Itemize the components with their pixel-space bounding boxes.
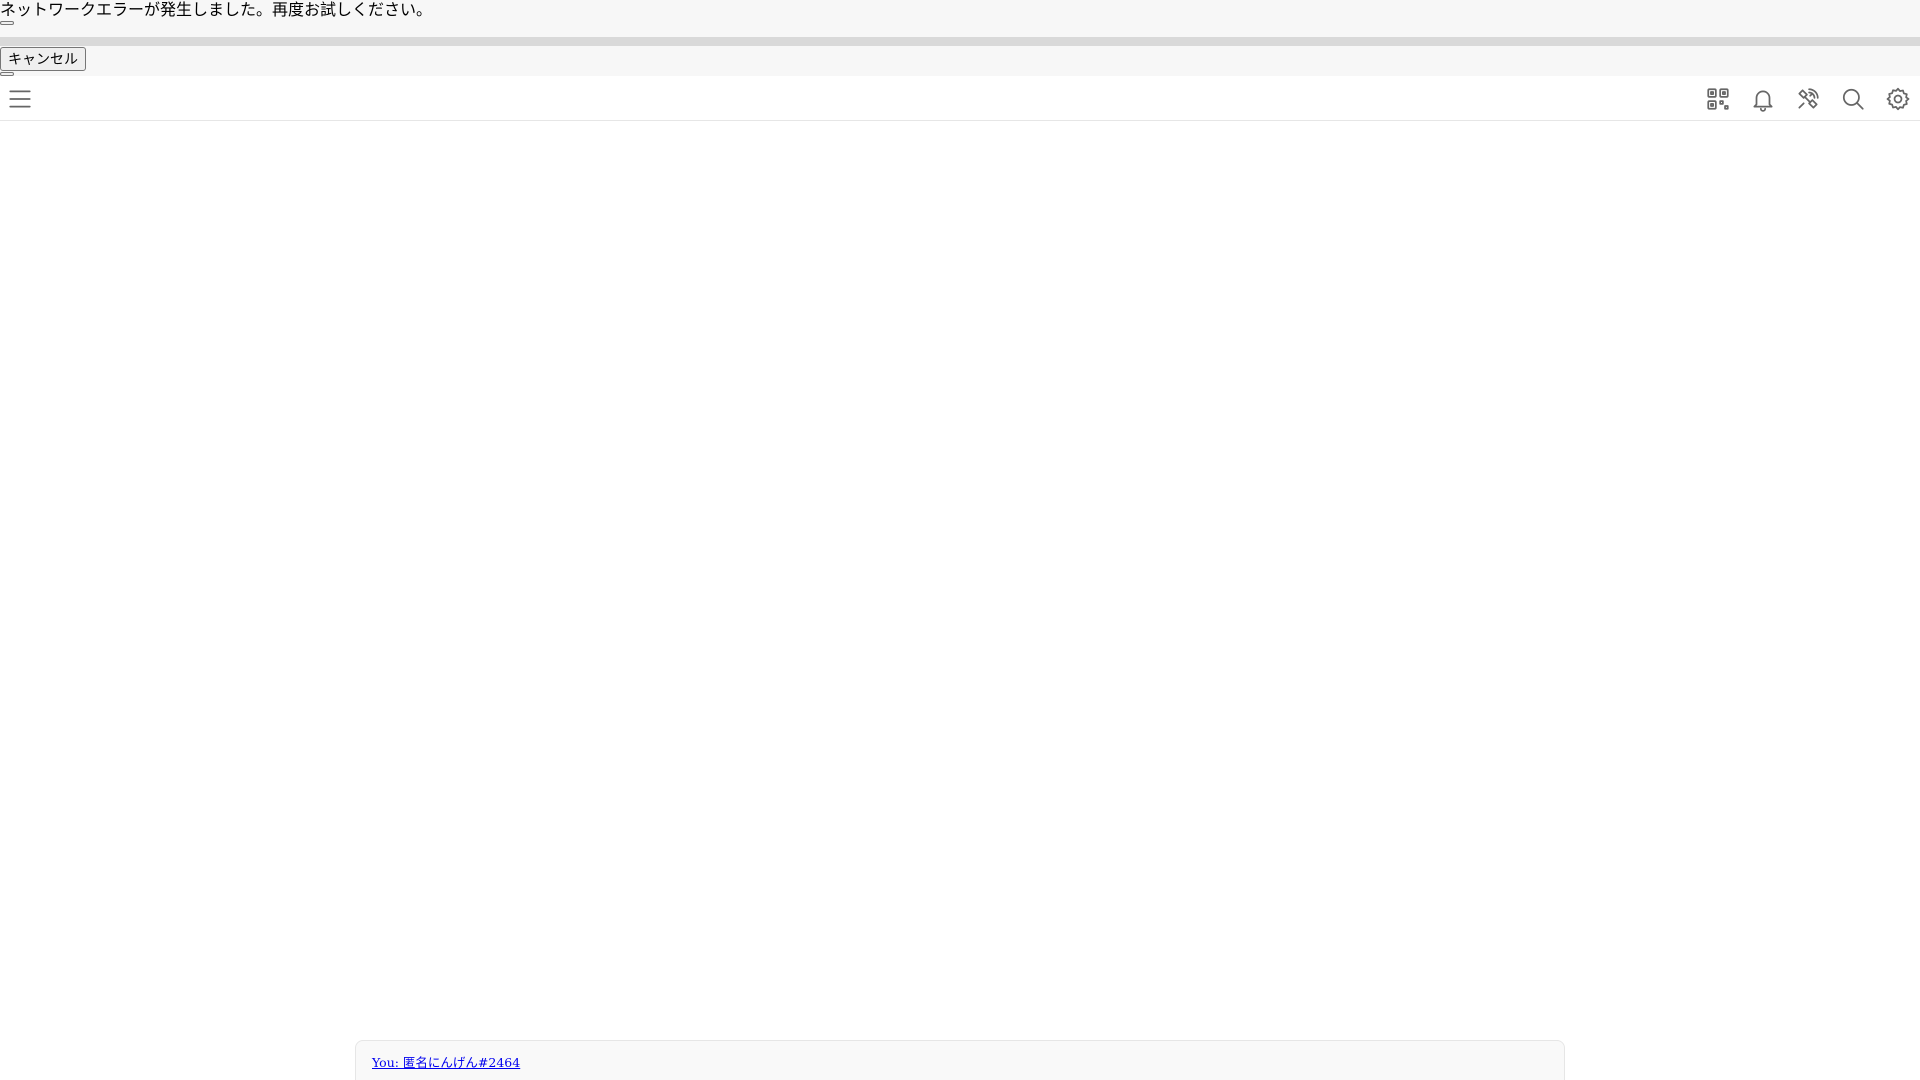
error-message: ネットワークエラーが発生しました。再度お試しください。 (0, 0, 433, 19)
top-toolbar (0, 76, 1920, 121)
search-icon (1842, 88, 1864, 110)
app-page: ネットワークエラーが発生しました。再度お試しください。 キャンセル You: 匿… (0, 0, 1920, 1080)
search-button[interactable] (1839, 85, 1867, 113)
retry-button[interactable] (0, 21, 14, 25)
network-error-banner: ネットワークエラーが発生しました。再度お試しください。 キャンセル (0, 0, 1920, 76)
antenna-button[interactable] (1794, 85, 1822, 113)
settings-button[interactable] (1884, 85, 1912, 113)
qr-code-button[interactable] (1704, 85, 1732, 113)
bell-icon (1753, 90, 1773, 112)
current-user-link[interactable]: You: 匿名にんげん#2464 (372, 1052, 520, 1071)
progress-bar (0, 37, 1920, 46)
gear-icon (1886, 87, 1910, 111)
post-form-panel: You: 匿名にんげん#2464 (355, 1040, 1565, 1080)
qr-code-icon (1707, 88, 1729, 110)
notifications-button[interactable] (1749, 85, 1777, 113)
satellite-icon (1798, 88, 1819, 109)
cancel-button[interactable]: キャンセル (0, 47, 86, 71)
menu-button[interactable] (6, 85, 34, 113)
progress-fill (0, 37, 1920, 46)
menu-icon (9, 90, 31, 108)
